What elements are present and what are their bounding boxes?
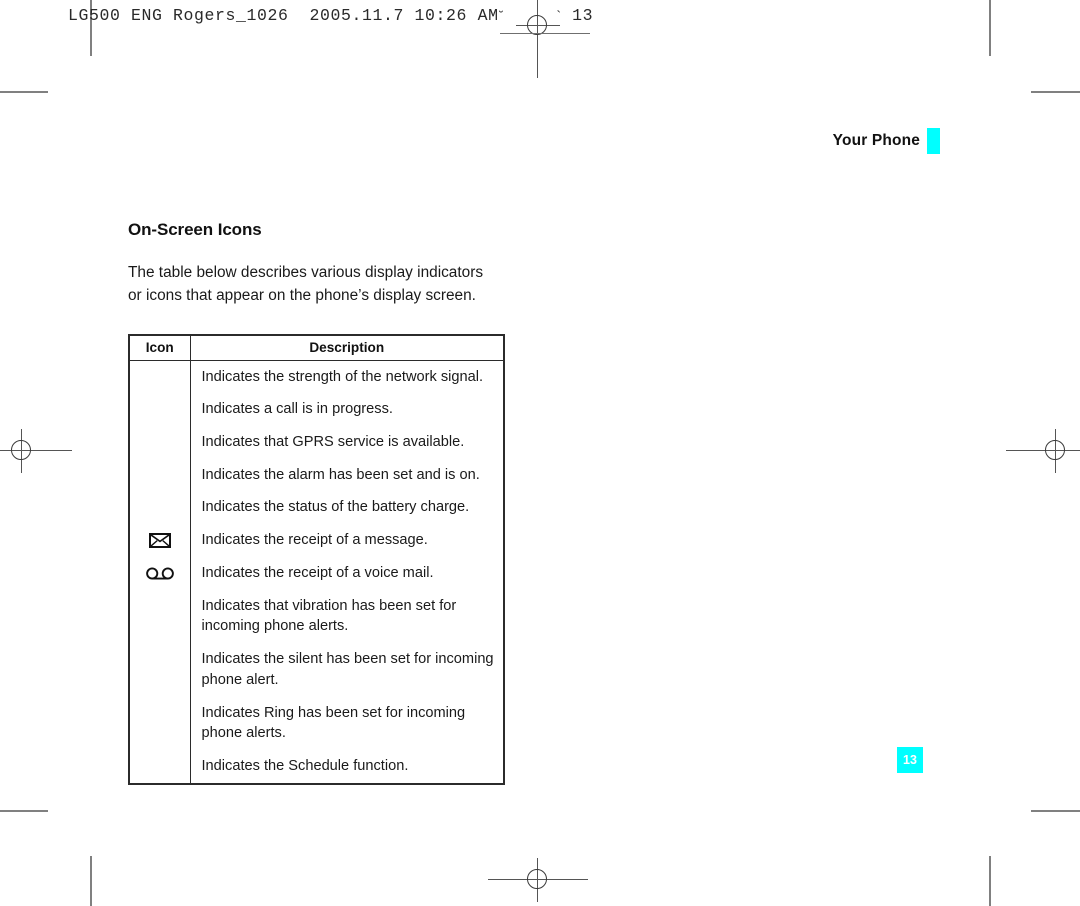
- table-cell-icon: [129, 360, 191, 394]
- table-cell-icon: [129, 589, 191, 644]
- icon-placeholder: [130, 399, 190, 421]
- table-cell-description: Indicates that GPRS service is available…: [201, 434, 465, 451]
- table-cell-icon: [129, 643, 191, 697]
- icon-placeholder: [130, 497, 190, 519]
- running-head-label: Your Phone: [832, 132, 920, 149]
- table-row: Indicates the receipt of a message.: [129, 524, 504, 557]
- icon-placeholder: [130, 605, 190, 627]
- table-cell-icon: [129, 393, 191, 427]
- table-cell-description: Indicates the receipt of a message.: [201, 532, 428, 549]
- envelope-icon: [130, 530, 190, 552]
- table-row: Indicates the receipt of a voice mail.: [129, 556, 504, 590]
- crop-mark-bottom-left-vertical: [90, 856, 92, 906]
- table-cell-description: Indicates the status of the battery char…: [201, 499, 470, 516]
- table-cell-icon: [129, 426, 191, 459]
- table-cell-icon: [129, 696, 191, 750]
- table-row: Indicates a call is in progress.: [129, 393, 504, 427]
- table-cell-description: Indicates the silent has been set for in…: [201, 651, 494, 688]
- prepress-slug-text: LG500 ENG Rogers_1026 2005.11.7 10:26 AM: [68, 6, 499, 25]
- table-cell-icon: [129, 749, 191, 784]
- table-row: Indicates Ring has been set for incoming…: [129, 696, 504, 750]
- on-screen-icons-table: Icon Description Indicates the strength …: [128, 333, 505, 785]
- table-cell-description: Indicates that vibration has been set fo…: [201, 597, 457, 635]
- table-cell-description: Indicates the Schedule function.: [201, 757, 409, 774]
- crop-mark-top-left-horizontal: [0, 91, 48, 93]
- crop-mark-bottom-right-horizontal: [1031, 810, 1080, 812]
- table-row: Indicates that GPRS service is available…: [129, 426, 504, 459]
- table-cell-icon: [129, 458, 191, 492]
- icon-placeholder: [130, 659, 190, 681]
- prepress-slug-rule: [500, 33, 590, 35]
- table-row: Indicates the alarm has been set and is …: [129, 458, 504, 492]
- table-cell-description: Indicates a call is in progress.: [201, 401, 393, 418]
- registration-mark-bottom-center: [488, 858, 588, 902]
- page-number-badge: 13: [897, 747, 923, 773]
- crop-mark-bottom-right-vertical: [989, 856, 991, 906]
- column-header-icon: Icon: [129, 334, 191, 361]
- icon-placeholder: [130, 464, 190, 486]
- table-cell-icon: [129, 556, 191, 590]
- table-row: Indicates the strength of the network si…: [129, 360, 504, 394]
- page-title: On-Screen Icons: [128, 220, 262, 239]
- running-head: Your Phone: [833, 128, 940, 154]
- table-body: Indicates the strength of the network si…: [129, 360, 504, 784]
- prepress-slug-mark-right: ˋ: [556, 9, 562, 24]
- table-cell-description: Indicates Ring has been set for incoming…: [201, 704, 466, 742]
- prepress-slug: LG500 ENG Rogers_1026 2005.11.7 10:26 AM…: [68, 6, 593, 25]
- table-cell-icon: [129, 491, 191, 525]
- table-cell-description: Indicates the alarm has been set and is …: [201, 466, 480, 483]
- table-cell-description: Indicates the strength of the network si…: [201, 368, 484, 385]
- table-cell-icon: [129, 524, 191, 557]
- running-head-accent-swatch: [927, 128, 940, 154]
- table-cell-description: Indicates the receipt of a voice mail.: [201, 564, 434, 581]
- column-header-description: Description: [190, 334, 504, 361]
- page-content: On-Screen Icons The table below describe…: [128, 220, 548, 785]
- table-row: Indicates that vibration has been set fo…: [129, 589, 504, 644]
- crop-mark-bottom-left-horizontal: [0, 810, 48, 812]
- registration-mark-right: [1006, 429, 1080, 473]
- table-row: Indicates the silent has been set for in…: [129, 643, 504, 697]
- crop-mark-top-right-horizontal: [1031, 91, 1080, 93]
- crop-mark-top-right-vertical: [989, 0, 991, 56]
- icon-placeholder: [130, 366, 190, 388]
- icon-placeholder: [130, 431, 190, 453]
- registration-mark-left: [0, 429, 72, 473]
- section-intro-paragraph: The table below describes various displa…: [128, 264, 484, 304]
- prepress-slug-page: 13: [572, 6, 594, 25]
- prepress-slug-mark-left: ˘: [498, 9, 504, 24]
- voicemail-icon: [130, 562, 190, 584]
- table-row: Indicates the Schedule function.: [129, 749, 504, 784]
- table-header-row: Icon Description: [129, 334, 504, 361]
- table-row: Indicates the status of the battery char…: [129, 491, 504, 525]
- icon-placeholder: [130, 712, 190, 734]
- icon-placeholder: [130, 755, 190, 777]
